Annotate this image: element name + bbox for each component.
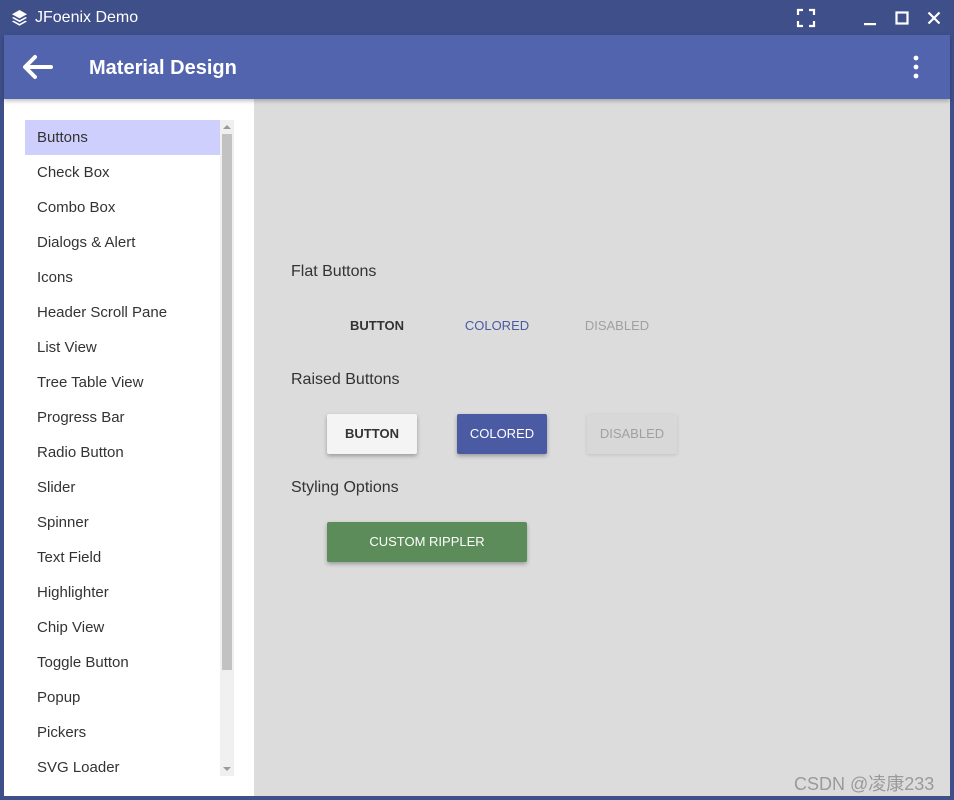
close-icon[interactable] — [922, 6, 946, 30]
minimize-icon[interactable] — [858, 6, 882, 30]
raised-disabled-button: DISABLED — [587, 414, 677, 454]
arrow-left-icon[interactable] — [20, 53, 54, 81]
sidebar: Buttons Check Box Combo Box Dialogs & Al… — [4, 99, 254, 796]
sidebar-item-slider[interactable]: Slider — [25, 470, 220, 505]
sidebar-item-tree-table-view[interactable]: Tree Table View — [25, 365, 220, 400]
sidebar-item-pickers[interactable]: Pickers — [25, 715, 220, 750]
sidebar-item-header-scroll-pane[interactable]: Header Scroll Pane — [25, 295, 220, 330]
sidebar-scrollbar[interactable] — [220, 120, 234, 776]
scrollbar-thumb[interactable] — [222, 134, 232, 670]
scroll-down-arrow-icon[interactable] — [220, 762, 234, 776]
sidebar-item-progress-bar[interactable]: Progress Bar — [25, 400, 220, 435]
sidebar-item-buttons[interactable]: Buttons — [25, 120, 220, 155]
window-title: JFoenix Demo — [35, 9, 139, 26]
sidebar-item-chip-view[interactable]: Chip View — [25, 610, 220, 645]
sidebar-item-highlighter[interactable]: Highlighter — [25, 575, 220, 610]
sidebar-item-icons[interactable]: Icons — [25, 260, 220, 295]
watermark-text: CSDN @凌康233 — [794, 774, 935, 794]
scroll-up-arrow-icon[interactable] — [220, 120, 234, 134]
flat-disabled-button: DISABLED — [574, 308, 660, 344]
more-vertical-icon[interactable] — [904, 53, 928, 81]
flat-colored-button[interactable]: COLORED — [454, 308, 540, 344]
sidebar-item-combo-box[interactable]: Combo Box — [25, 190, 220, 225]
sidebar-item-dialogs-alert[interactable]: Dialogs & Alert — [25, 225, 220, 260]
sidebar-item-toggle-button[interactable]: Toggle Button — [25, 645, 220, 680]
nav-list: Buttons Check Box Combo Box Dialogs & Al… — [25, 120, 220, 795]
sidebar-item-radio-button[interactable]: Radio Button — [25, 435, 220, 470]
custom-rippler-button[interactable]: CUSTOM RIPPLER — [327, 522, 527, 562]
sidebar-item-list-view[interactable]: List View — [25, 330, 220, 365]
sidebar-item-check-box[interactable]: Check Box — [25, 155, 220, 190]
maximize-icon[interactable] — [890, 6, 914, 30]
raised-colored-button[interactable]: COLORED — [457, 414, 547, 454]
styling-options-label: Styling Options — [291, 479, 399, 496]
flat-buttons-label: Flat Buttons — [291, 263, 377, 280]
fullscreen-icon[interactable] — [794, 6, 818, 30]
sidebar-item-svg-loader[interactable]: SVG Loader — [25, 750, 220, 785]
main-content: Flat Buttons BUTTON COLORED DISABLED Rai… — [254, 99, 950, 796]
raised-button[interactable]: BUTTON — [327, 414, 417, 454]
raised-buttons-label: Raised Buttons — [291, 371, 400, 388]
sidebar-item-text-field[interactable]: Text Field — [25, 540, 220, 575]
app-bar: Material Design — [4, 35, 950, 99]
flat-button[interactable]: BUTTON — [334, 308, 420, 344]
sidebar-item-spinner[interactable]: Spinner — [25, 505, 220, 540]
sidebar-item-popup[interactable]: Popup — [25, 680, 220, 715]
title-bar[interactable]: JFoenix Demo — [0, 0, 954, 35]
page-title: Material Design — [89, 57, 237, 79]
layers-icon — [11, 9, 28, 26]
app-window: JFoenix Demo Material Design Buttons Che… — [0, 0, 954, 800]
